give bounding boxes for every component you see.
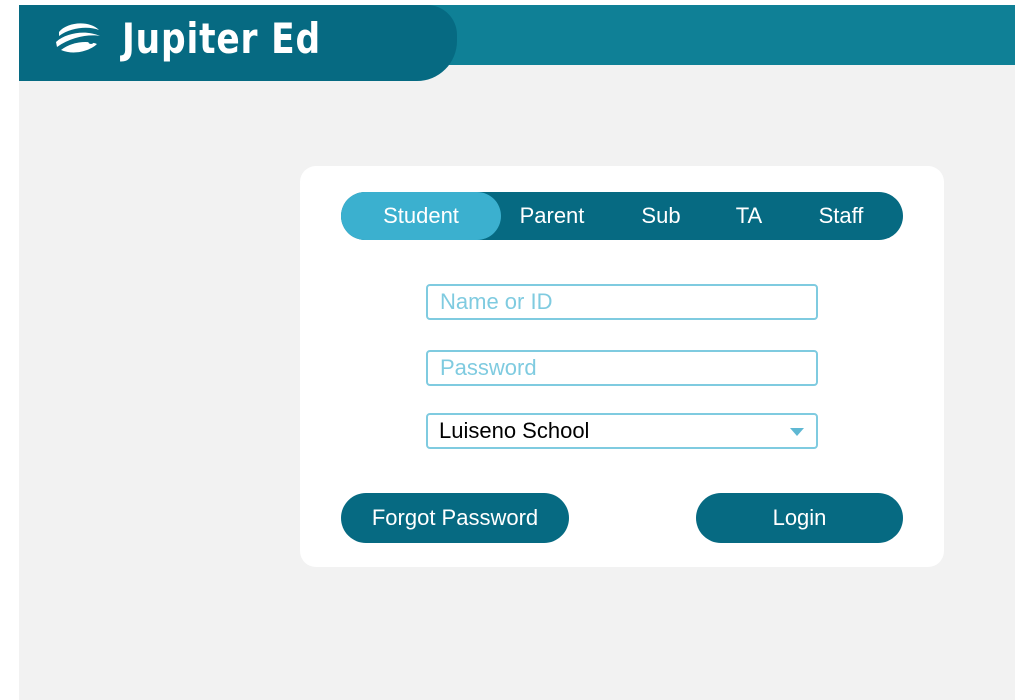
tab-student[interactable]: Student bbox=[341, 192, 501, 240]
jupiter-logo-icon bbox=[56, 23, 100, 53]
login-button[interactable]: Login bbox=[696, 493, 903, 543]
tab-sub[interactable]: Sub bbox=[603, 192, 719, 240]
brand-name: Jupiter Ed bbox=[122, 14, 321, 63]
password-input[interactable] bbox=[426, 350, 818, 386]
page-background: Jupiter Ed Student Parent Sub TA Staff L… bbox=[19, 5, 1015, 700]
tab-parent[interactable]: Parent bbox=[501, 192, 603, 240]
forgot-password-button[interactable]: Forgot Password bbox=[341, 493, 569, 543]
school-select[interactable]: Luiseno School bbox=[426, 413, 818, 449]
tab-ta[interactable]: TA bbox=[719, 192, 779, 240]
logo-tab: Jupiter Ed bbox=[19, 5, 457, 81]
role-tabs: Student Parent Sub TA Staff bbox=[341, 192, 903, 240]
name-or-id-input[interactable] bbox=[426, 284, 818, 320]
login-card: Student Parent Sub TA Staff Luiseno Scho… bbox=[300, 166, 944, 567]
school-select-value: Luiseno School bbox=[439, 418, 590, 443]
tab-staff[interactable]: Staff bbox=[779, 192, 903, 240]
chevron-down-icon bbox=[790, 428, 804, 436]
